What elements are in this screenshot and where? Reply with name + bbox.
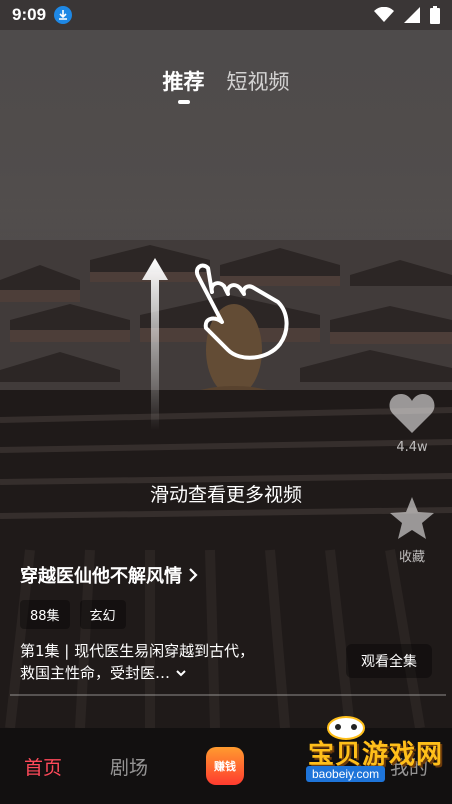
- drama-description-text: 第1集 | 现代医生易闲穿越到古代，救国主性命，受封医…: [20, 642, 255, 682]
- tab-active-indicator: [177, 100, 190, 104]
- nav-home[interactable]: 首页: [24, 753, 62, 780]
- tag-episodes: 88集: [20, 600, 70, 629]
- video-progress-bar[interactable]: [10, 694, 446, 696]
- drama-title-link[interactable]: 穿越医仙他不解风情: [20, 562, 198, 588]
- watch-all-button[interactable]: 观看全集: [346, 644, 432, 678]
- favorite-button[interactable]: 收藏: [388, 496, 436, 565]
- earn-button[interactable]: 赚钱: [206, 747, 244, 785]
- like-count: 4.4w: [396, 440, 428, 455]
- heart-icon: [389, 394, 435, 433]
- tag-genre: 玄幻: [79, 600, 126, 629]
- tab-short-video-label: 短视频: [226, 70, 290, 94]
- status-bar: 9:09: [0, 0, 452, 30]
- earn-label: 赚钱: [214, 760, 236, 773]
- drama-tags: 88集 玄幻: [20, 600, 126, 629]
- swipe-hand-icon: [195, 263, 289, 360]
- tab-recommend-label: 推荐: [162, 70, 205, 94]
- drama-title: 穿越医仙他不解风情: [20, 566, 182, 587]
- tab-short-video[interactable]: 短视频: [227, 66, 290, 96]
- battery-icon: [430, 6, 440, 24]
- swipe-hint-text: 滑动查看更多视频: [149, 484, 302, 506]
- download-icon: [54, 6, 73, 24]
- star-icon: [390, 497, 434, 539]
- status-icons: [374, 6, 440, 24]
- watermark-url: baobeiy.com: [306, 766, 386, 782]
- drama-description[interactable]: 第1集 | 现代医生易闲穿越到古代，救国主性命，受封医…: [20, 640, 260, 684]
- signal-icon: [404, 7, 420, 23]
- nav-theater[interactable]: 剧场: [110, 753, 148, 780]
- watch-all-label: 观看全集: [361, 654, 417, 670]
- status-time: 9:09: [12, 5, 47, 24]
- watermark-logo: 宝贝游戏网 baobeiy.com: [290, 714, 450, 788]
- tab-recommend[interactable]: 推荐: [162, 66, 205, 104]
- screen: 9:09 推荐 短视频 滑动查看更多视频 4.4w 收藏 穿越医仙他不解风情 8…: [0, 0, 452, 804]
- like-button[interactable]: 4.4w: [388, 392, 436, 455]
- wifi-icon: [374, 7, 394, 22]
- favorite-label: 收藏: [398, 550, 425, 565]
- top-tabs: 推荐 短视频: [0, 66, 452, 104]
- chevron-right-icon: [189, 568, 198, 582]
- swipe-up-arrow-icon: [142, 258, 168, 430]
- chevron-down-icon: [176, 670, 186, 677]
